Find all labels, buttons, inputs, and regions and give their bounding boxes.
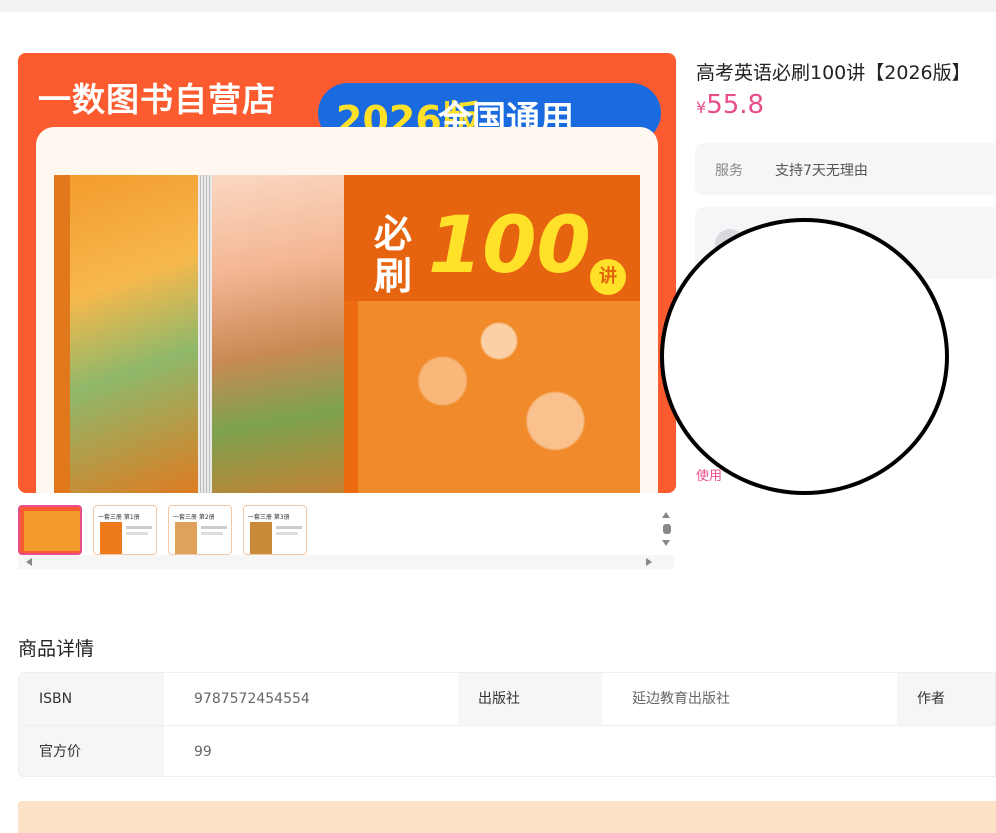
thumbnail-text-line bbox=[276, 526, 302, 529]
thumbnail-text-line bbox=[276, 532, 298, 535]
thumbnail-image bbox=[250, 522, 272, 554]
thumbnail-vertical-scrollbar[interactable] bbox=[662, 512, 672, 548]
circle-annotation bbox=[660, 218, 949, 495]
thumbnail-2[interactable]: 一套三册 第1册 bbox=[93, 505, 157, 555]
scroll-right-icon[interactable] bbox=[646, 558, 652, 566]
store-name-text: 一数图书自营店 bbox=[38, 80, 276, 119]
book-cover-2 bbox=[198, 175, 346, 493]
detail-key-author: 作者 bbox=[897, 673, 995, 725]
scroll-up-icon[interactable] bbox=[662, 512, 670, 518]
top-bar bbox=[0, 0, 996, 12]
service-value: 支持7天无理由 bbox=[775, 163, 868, 179]
product-title: 高考英语必刷100讲【2026版】 bbox=[696, 62, 971, 84]
details-table: ISBN 9787572454554 出版社 延边教育出版社 作者 官方价 99 bbox=[18, 672, 996, 777]
cover-title-bishua: 必刷 bbox=[374, 212, 413, 298]
thumbnail-label: 一套三册 第1册 bbox=[98, 514, 140, 521]
scroll-down-icon[interactable] bbox=[662, 540, 670, 546]
cover-title-jiang: 讲 bbox=[590, 259, 626, 295]
scroll-left-icon[interactable] bbox=[26, 558, 32, 566]
scroll-thumb[interactable] bbox=[663, 524, 671, 534]
thumbnail-label: 一套三册 第2册 bbox=[173, 514, 215, 521]
detail-value-isbn: 9787572454554 bbox=[164, 673, 458, 725]
service-info: 服务 支持7天无理由 bbox=[695, 143, 996, 195]
book-cover-3-pattern bbox=[358, 301, 640, 493]
thumbnail-text-line bbox=[126, 526, 152, 529]
thumbnail-4[interactable]: 一套三册 第3册 bbox=[243, 505, 307, 555]
promo-banner bbox=[18, 801, 996, 833]
cover-title-100: 100 bbox=[428, 201, 591, 291]
thumbnail-text-line bbox=[201, 532, 223, 535]
currency-symbol: ¥ bbox=[696, 98, 707, 117]
book-spine-1 bbox=[54, 175, 70, 493]
detail-value-publisher: 延边教育出版社 bbox=[602, 673, 897, 725]
price-value: 55.8 bbox=[706, 90, 765, 120]
thumbnail-label: 一套三册 第3册 bbox=[248, 514, 290, 521]
details-section-title: 商品详情 bbox=[18, 638, 95, 660]
thumbnail-text-line bbox=[201, 526, 227, 529]
book-cover-1 bbox=[54, 175, 204, 493]
detail-key-isbn: ISBN bbox=[19, 673, 164, 725]
thumbnail-image bbox=[100, 522, 122, 554]
product-price: ¥55.8 bbox=[696, 90, 764, 120]
thumbnail-image bbox=[175, 522, 197, 554]
detail-value-official-price: 99 bbox=[164, 726, 995, 776]
thumbnail-text-line bbox=[126, 532, 148, 535]
store-banner: 一数图书自营店 bbox=[18, 53, 318, 127]
thumbnail-3[interactable]: 一套三册 第2册 bbox=[168, 505, 232, 555]
thumbnail-1[interactable] bbox=[18, 505, 82, 555]
thumbnail-image bbox=[24, 511, 80, 551]
book-pages-2 bbox=[198, 175, 212, 493]
service-label: 服务 bbox=[715, 163, 743, 179]
main-product-image[interactable]: 一数图书自营店 2026版 全国通用 必刷 100 讲 bbox=[18, 53, 676, 493]
detail-key-publisher: 出版社 bbox=[458, 673, 602, 725]
thumbnail-strip: 一套三册 第1册 一套三册 第2册 一套三册 第3册 bbox=[18, 505, 674, 555]
thumbnail-horizontal-scrollbar[interactable] bbox=[18, 555, 674, 569]
detail-key-official-price: 官方价 bbox=[19, 726, 164, 776]
